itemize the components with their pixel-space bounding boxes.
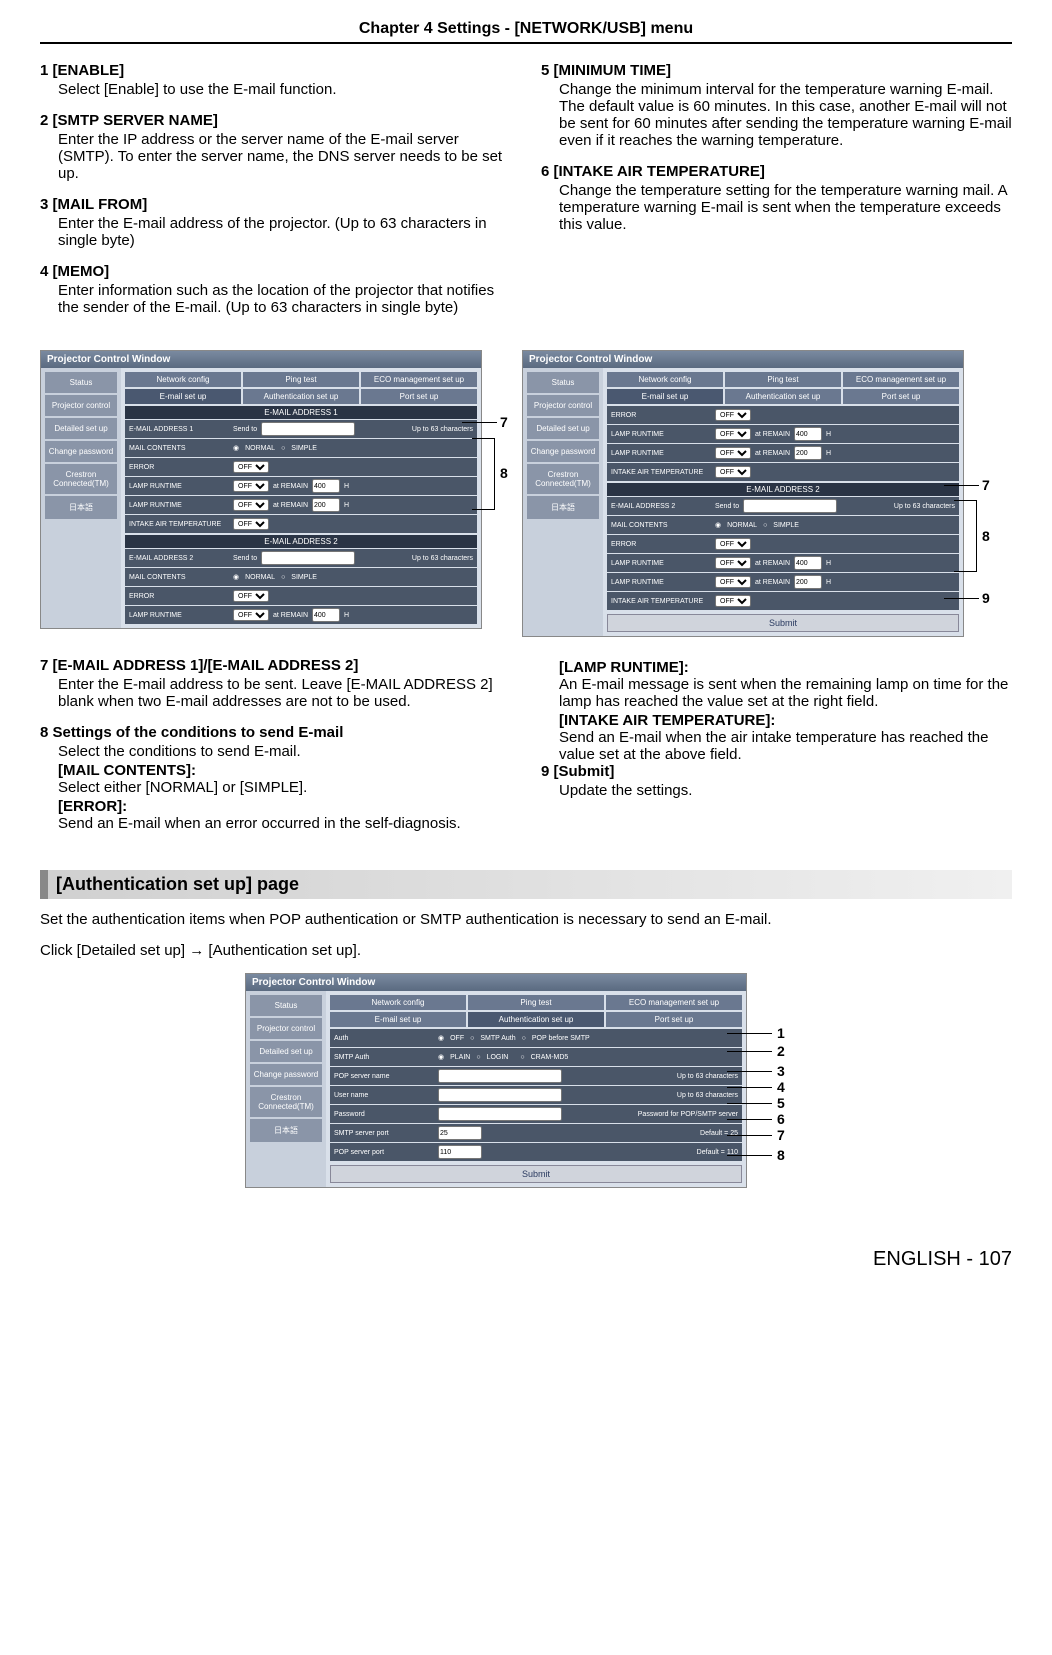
tab-email-setup[interactable]: E-mail set up bbox=[125, 389, 241, 404]
email2-input[interactable] bbox=[261, 551, 355, 565]
auth-callout-1: 1 bbox=[777, 1025, 785, 1041]
tab-network-config[interactable]: Network config bbox=[125, 372, 241, 387]
auth-callout-3: 3 bbox=[777, 1063, 785, 1079]
callout-9: 9 bbox=[982, 590, 990, 606]
sidebar-status[interactable]: Status bbox=[45, 372, 117, 393]
sidebar-projector-control[interactable]: Projector control bbox=[45, 395, 117, 416]
right-column: 5 [MINIMUM TIME]Change the minimum inter… bbox=[541, 62, 1012, 330]
tab-eco-mgmt[interactable]: ECO management set up bbox=[361, 372, 477, 387]
lower-description-columns: 7 [E-MAIL ADDRESS 1]/[E-MAIL ADDRESS 2]E… bbox=[40, 657, 1012, 846]
callout-8: 8 bbox=[500, 465, 508, 481]
tab-auth-setup[interactable]: Authentication set up bbox=[243, 389, 359, 404]
auth-section-header: [Authentication set up] page bbox=[40, 870, 1012, 899]
screenshot-2: Projector Control Window Status Projecto… bbox=[522, 350, 994, 637]
sidebar-detailed-setup[interactable]: Detailed set up bbox=[45, 418, 117, 439]
submit-button[interactable]: Submit bbox=[607, 614, 959, 632]
callout-7: 7 bbox=[500, 414, 508, 430]
left-column: 1 [ENABLE] Select [Enable] to use the E-m… bbox=[40, 62, 511, 330]
screenshot-row: Projector Control Window Status Projecto… bbox=[40, 350, 1012, 637]
email1-input[interactable] bbox=[261, 422, 355, 436]
sidebar-japanese[interactable]: 日本語 bbox=[45, 496, 117, 519]
page-footer: ENGLISH - 107 bbox=[40, 1248, 1012, 1271]
sidebar-crestron[interactable]: Crestron Connected(TM) bbox=[45, 464, 117, 494]
pop-port-input[interactable] bbox=[438, 1145, 482, 1159]
auth-intro-1: Set the authentication items when POP au… bbox=[40, 911, 1012, 928]
auth-submit-button[interactable]: Submit bbox=[330, 1165, 742, 1183]
window-title: Projector Control Window bbox=[41, 351, 481, 368]
item-num: 1 bbox=[40, 62, 48, 79]
auth-screenshot: Projector Control Window Status Projecto… bbox=[40, 973, 1012, 1188]
tab-port-setup[interactable]: Port set up bbox=[361, 389, 477, 404]
auth-callout-2: 2 bbox=[777, 1043, 785, 1059]
chapter-header: Chapter 4 Settings - [NETWORK/USB] menu bbox=[40, 20, 1012, 44]
item-title: [ENABLE] bbox=[53, 62, 125, 79]
auth-callout-6: 6 bbox=[777, 1111, 785, 1127]
username-input[interactable] bbox=[438, 1088, 562, 1102]
auth-callout-8: 8 bbox=[777, 1147, 785, 1163]
auth-callout-4: 4 bbox=[777, 1079, 785, 1095]
sidebar: Status Projector control Detailed set up… bbox=[41, 368, 121, 628]
error-select[interactable]: OFF bbox=[233, 461, 269, 473]
item-desc: Select [Enable] to use the E-mail functi… bbox=[58, 81, 511, 98]
pop-server-input[interactable] bbox=[438, 1069, 562, 1083]
password-input[interactable] bbox=[438, 1107, 562, 1121]
auth-callout-7: 7 bbox=[777, 1127, 785, 1143]
auth-intro-2: Click [Detailed set up] → [Authenticatio… bbox=[40, 942, 1012, 959]
smtp-port-input[interactable] bbox=[438, 1126, 482, 1140]
tab-ping-test[interactable]: Ping test bbox=[243, 372, 359, 387]
section-header-addr1: E-MAIL ADDRESS 1 bbox=[125, 406, 477, 419]
section-header-addr2: E-MAIL ADDRESS 2 bbox=[125, 535, 477, 548]
sidebar-change-password[interactable]: Change password bbox=[45, 441, 117, 462]
screenshot-1: Projector Control Window Status Projecto… bbox=[40, 350, 512, 629]
auth-callout-5: 5 bbox=[777, 1095, 785, 1111]
top-description-columns: 1 [ENABLE] Select [Enable] to use the E-m… bbox=[40, 62, 1012, 330]
